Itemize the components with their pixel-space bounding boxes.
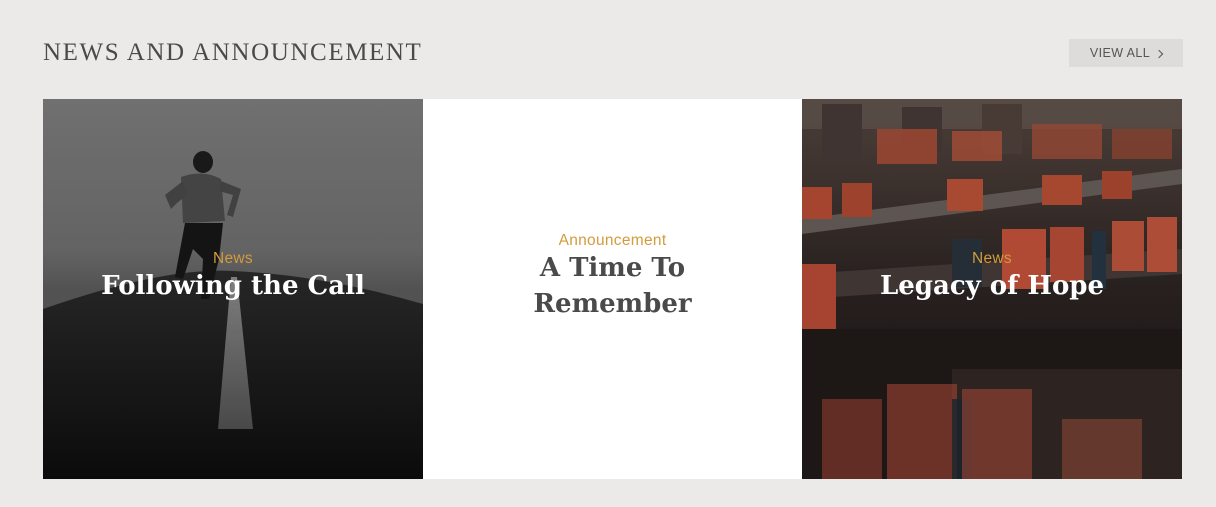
news-cards: News Following the Call Announcement A T…	[43, 99, 1182, 479]
announcement-card-a-time-to-remember[interactable]: Announcement A Time To Remember	[423, 99, 802, 479]
card-text: News Following the Call	[43, 249, 423, 304]
card-title[interactable]: Legacy of Hope	[802, 268, 1182, 304]
news-card-legacy-of-hope[interactable]: News Legacy of Hope	[802, 99, 1182, 479]
card-category[interactable]: News	[802, 249, 1182, 268]
section-title: NEWS AND ANNOUNCEMENT	[43, 39, 423, 66]
card-text: News Legacy of Hope	[802, 249, 1182, 304]
view-all-button[interactable]: VIEW ALL	[1069, 39, 1183, 67]
card-text: Announcement A Time To Remember	[423, 231, 802, 322]
card-category[interactable]: News	[43, 249, 423, 268]
view-all-label: VIEW ALL	[1089, 46, 1151, 60]
card-title[interactable]: A Time To Remember	[503, 250, 723, 322]
card-title[interactable]: Following the Call	[43, 268, 423, 304]
news-card-following-the-call[interactable]: News Following the Call	[43, 99, 423, 479]
card-category[interactable]: Announcement	[423, 231, 802, 250]
chevron-right-icon	[1154, 49, 1164, 58]
